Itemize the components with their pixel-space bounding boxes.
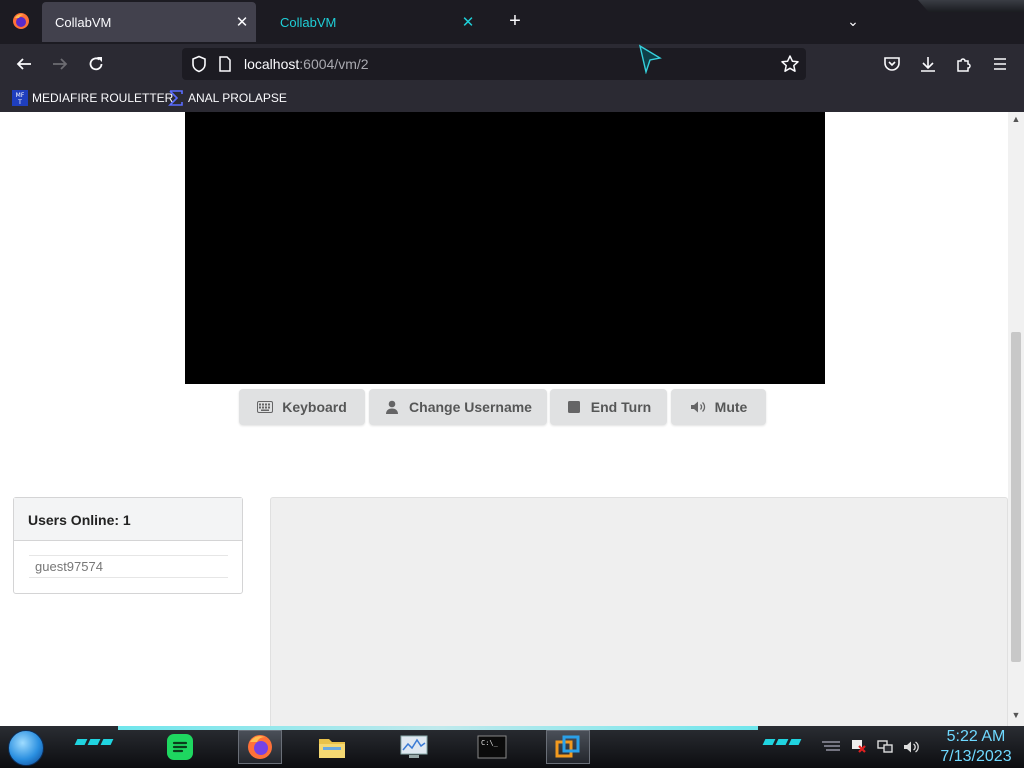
change-username-button-label: Change Username — [409, 399, 532, 415]
navigation-toolbar: localhost:6004/vm/2 — [0, 44, 1024, 84]
firefox-icon[interactable] — [238, 730, 282, 764]
chat-panel[interactable] — [270, 497, 1008, 726]
mediafire-icon: MFT — [12, 90, 28, 106]
scroll-down-arrow-icon[interactable]: ▼ — [1011, 710, 1021, 720]
page-info-icon[interactable] — [218, 56, 232, 72]
tab-collabvm-1[interactable]: CollabVM ✕ — [42, 2, 256, 42]
system-tray — [820, 736, 920, 758]
url-bar[interactable]: localhost:6004/vm/2 — [182, 48, 806, 80]
taskbar-clock[interactable]: 5:22 AM 7/13/2023 — [930, 727, 1022, 767]
menu-button[interactable] — [986, 50, 1014, 78]
show-hidden-icons-icon[interactable] — [820, 740, 842, 754]
spotify-icon[interactable] — [162, 730, 198, 764]
downloads-button[interactable] — [914, 50, 942, 78]
network-icon[interactable] — [876, 739, 894, 755]
file-manager-icon[interactable] — [314, 730, 350, 764]
bookmark-star-icon[interactable] — [780, 54, 800, 74]
system-monitor-icon[interactable] — [396, 730, 432, 764]
action-center-flag-icon[interactable] — [850, 739, 868, 755]
reload-icon — [89, 57, 103, 71]
end-turn-button-label: End Turn — [590, 399, 652, 415]
back-button[interactable] — [10, 50, 38, 78]
forward-arrow-icon — [53, 58, 68, 70]
pocket-icon — [884, 57, 900, 71]
taskbar-decoration — [74, 739, 114, 749]
extensions-button[interactable] — [950, 50, 978, 78]
keyboard-button-label: Keyboard — [282, 399, 347, 415]
taskbar: C:\_ 5:22 AM 7/13/2023 — [0, 726, 1024, 768]
bookmark-mediafire-rouletter[interactable]: MF T MEDIAFIRE ROULETTER — [12, 84, 173, 112]
taskbar-frame-decoration — [118, 726, 758, 730]
keyboard-icon — [257, 401, 274, 413]
users-online-header: Users Online: 1 — [14, 498, 242, 541]
list-item[interactable]: guest97574 — [35, 559, 103, 574]
mouse-cursor-icon — [638, 44, 662, 74]
change-username-button[interactable]: Change Username — [369, 389, 547, 425]
url-text[interactable]: localhost:6004/vm/2 — [244, 56, 369, 72]
sigma-icon — [168, 90, 183, 106]
end-turn-button[interactable]: End Turn — [550, 389, 667, 425]
svg-text:T: T — [17, 99, 22, 106]
page-scrollbar[interactable]: ▲ ▼ — [1008, 112, 1024, 726]
vm-display[interactable] — [185, 112, 825, 384]
tracking-protection-shield-icon[interactable] — [190, 55, 208, 73]
forward-button[interactable] — [46, 50, 74, 78]
hamburger-menu-icon — [994, 58, 1006, 70]
user-icon — [386, 400, 399, 414]
online-users-panel: Users Online: 1 guest97574 — [13, 497, 243, 594]
mute-button[interactable]: Mute — [671, 389, 766, 425]
tab-collabvm-2[interactable]: CollabVM ✕ — [268, 2, 482, 42]
bookmark-anal-prolapse[interactable]: ANAL PROLAPSE — [168, 84, 287, 112]
new-tab-button[interactable]: + — [504, 10, 526, 32]
bookmarks-toolbar: MF T MEDIAFIRE ROULETTER ANAL PROLAPSE — [0, 84, 1024, 112]
close-tab-icon[interactable]: ✕ — [230, 13, 254, 31]
stop-icon — [567, 401, 580, 413]
start-button[interactable] — [8, 730, 44, 766]
reload-button[interactable] — [82, 50, 110, 78]
puzzle-icon — [957, 58, 971, 72]
close-tab-icon[interactable]: ✕ — [456, 13, 480, 31]
url-host: localhost — [244, 56, 300, 72]
url-path: :6004/vm/2 — [299, 56, 369, 72]
scroll-up-arrow-icon[interactable]: ▲ — [1011, 114, 1021, 124]
volume-tray-icon[interactable] — [902, 739, 920, 755]
users-list: guest97574 — [29, 555, 228, 578]
clock-time: 5:22 AM — [946, 728, 1006, 745]
tab-title: CollabVM — [280, 14, 337, 30]
tab-title: CollabVM — [55, 14, 112, 30]
download-icon — [921, 57, 935, 72]
page-content: Keyboard Change Username End Turn Mute U… — [0, 112, 1008, 726]
tab-bar: CollabVM ✕ CollabVM ✕ + ⌄ — [0, 0, 1024, 44]
bookmark-label: MEDIAFIRE ROULETTER — [32, 91, 174, 105]
pocket-button[interactable] — [878, 50, 906, 78]
back-arrow-icon — [16, 58, 31, 70]
terminal-icon[interactable]: C:\_ — [474, 730, 510, 764]
clock-date: 7/13/2023 — [940, 748, 1012, 765]
bookmark-label: ANAL PROLAPSE — [188, 91, 287, 105]
volume-icon — [690, 401, 705, 413]
svg-text:MF: MF — [16, 92, 25, 99]
taskbar-decoration — [762, 739, 802, 749]
scrollbar-thumb[interactable] — [1011, 332, 1021, 662]
vmware-icon[interactable] — [546, 730, 590, 764]
firefox-icon[interactable] — [12, 12, 30, 30]
window-frame-decoration — [918, 0, 1024, 12]
list-all-tabs-button[interactable]: ⌄ — [842, 10, 864, 32]
keyboard-button[interactable]: Keyboard — [239, 389, 365, 425]
terminal-prompt: C:\_ — [481, 739, 499, 747]
mute-button-label: Mute — [714, 399, 748, 415]
